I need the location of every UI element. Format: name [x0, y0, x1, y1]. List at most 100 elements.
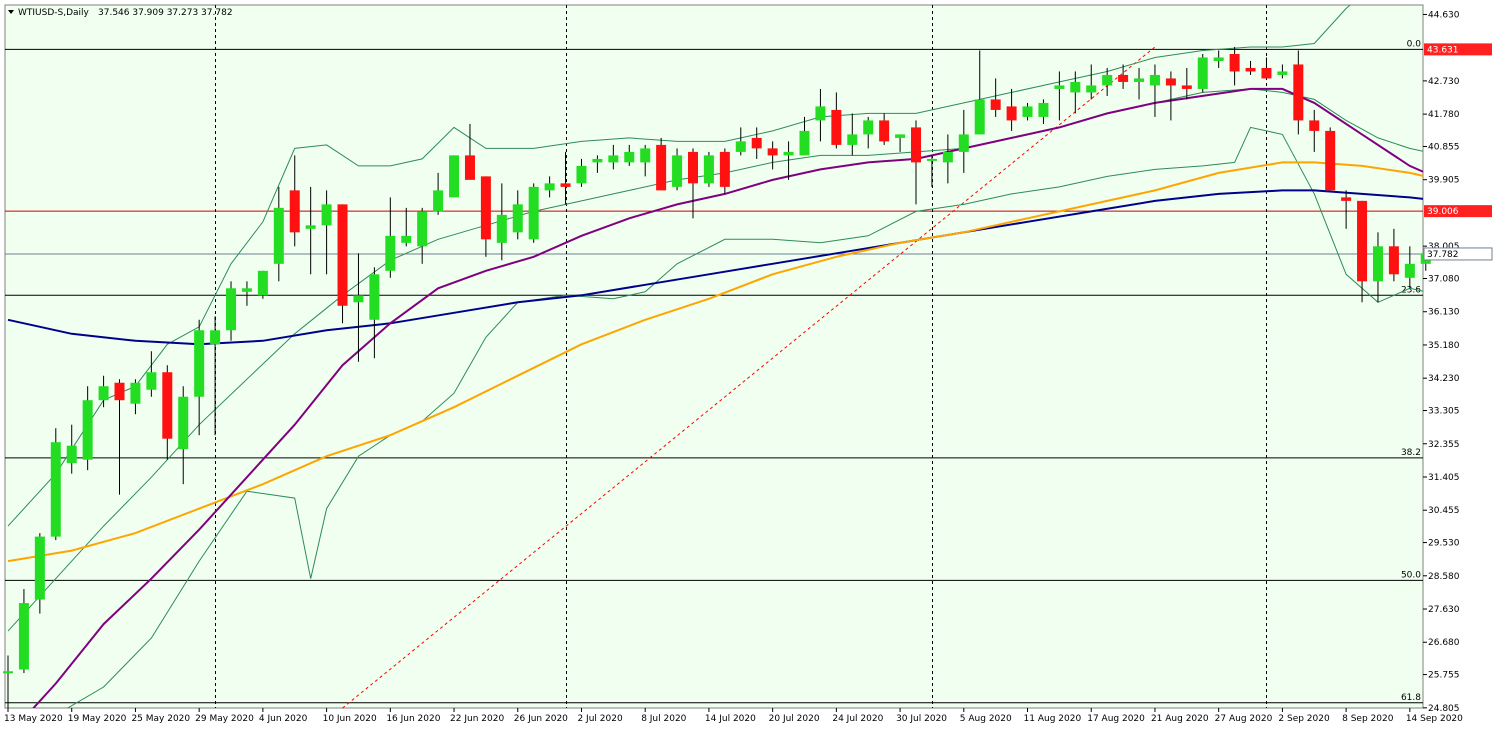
candle-body[interactable]	[1213, 57, 1224, 61]
candle-body[interactable]	[990, 99, 1001, 110]
candle-body[interactable]	[512, 204, 523, 233]
candle-body[interactable]	[974, 99, 985, 135]
candle-body[interactable]	[1054, 85, 1065, 89]
candle-body[interactable]	[1388, 246, 1399, 275]
candle-body[interactable]	[560, 183, 571, 187]
candle-body[interactable]	[210, 330, 221, 345]
candle-body[interactable]	[799, 130, 810, 156]
candle-body[interactable]	[1006, 106, 1017, 121]
candle[interactable]	[656, 137, 667, 191]
candle-body[interactable]	[337, 204, 348, 306]
candle-body[interactable]	[417, 211, 428, 247]
candle-body[interactable]	[353, 295, 364, 303]
candle-body[interactable]	[3, 671, 13, 674]
candle-body[interactable]	[146, 372, 157, 390]
candle-body[interactable]	[1070, 81, 1081, 93]
candle-body[interactable]	[592, 158, 603, 163]
candle-body[interactable]	[687, 151, 698, 184]
candle-body[interactable]	[464, 155, 475, 180]
candle-body[interactable]	[449, 155, 460, 198]
candle-body[interactable]	[194, 330, 205, 397]
candle-body[interactable]	[433, 190, 444, 212]
candle-body[interactable]	[1293, 64, 1304, 121]
candle-body[interactable]	[480, 176, 491, 240]
candle-body[interactable]	[1165, 78, 1176, 86]
candle-body[interactable]	[241, 288, 252, 292]
candle-body[interactable]	[82, 400, 93, 460]
candle-body[interactable]	[1149, 74, 1160, 86]
candle[interactable]	[703, 151, 714, 187]
candle-body[interactable]	[1038, 102, 1049, 117]
candle-body[interactable]	[1197, 57, 1208, 89]
candle-body[interactable]	[735, 141, 746, 152]
candle-body[interactable]	[767, 148, 778, 156]
candle-body[interactable]	[783, 151, 794, 156]
candle-body[interactable]	[1372, 246, 1383, 282]
candle-body[interactable]	[624, 151, 635, 163]
candle-body[interactable]	[305, 225, 316, 229]
candle-body[interactable]	[751, 137, 762, 149]
candle-body[interactable]	[130, 382, 141, 404]
candle-body[interactable]	[66, 445, 77, 464]
candle-body[interactable]	[608, 155, 619, 163]
candle-body[interactable]	[321, 204, 332, 226]
candle-body[interactable]	[1277, 71, 1288, 75]
candle-body[interactable]	[114, 382, 125, 401]
candle-body[interactable]	[672, 155, 683, 187]
candle[interactable]	[528, 183, 539, 243]
candle-body[interactable]	[815, 106, 826, 121]
price-chart[interactable]: 0.023.638.250.061.8 44.63042.73041.78040…	[0, 0, 1493, 730]
candle-body[interactable]	[1022, 106, 1033, 117]
candle-body[interactable]	[640, 148, 651, 163]
candle-body[interactable]	[1404, 263, 1415, 278]
candle-body[interactable]	[385, 235, 396, 271]
candle-body[interactable]	[1181, 85, 1192, 89]
candle-body[interactable]	[1325, 130, 1336, 191]
candle-body[interactable]	[50, 442, 61, 537]
candle-body[interactable]	[1261, 67, 1272, 79]
candle-body[interactable]	[1309, 120, 1320, 131]
candle-body[interactable]	[1086, 85, 1097, 93]
candle-body[interactable]	[544, 183, 555, 191]
candle-body[interactable]	[863, 120, 874, 135]
candle-body[interactable]	[98, 386, 109, 401]
candle-body[interactable]	[1118, 74, 1129, 82]
candle-body[interactable]	[703, 155, 714, 184]
candle-body[interactable]	[1229, 53, 1240, 72]
candle-body[interactable]	[1357, 200, 1368, 282]
candle-body[interactable]	[911, 127, 922, 163]
candle-body[interactable]	[1102, 74, 1113, 86]
candle[interactable]	[449, 155, 460, 198]
candle-body[interactable]	[528, 186, 539, 240]
candle-body[interactable]	[895, 134, 906, 138]
candle[interactable]	[1325, 127, 1336, 191]
candle[interactable]	[1197, 53, 1208, 93]
candle[interactable]	[257, 270, 268, 299]
candle-body[interactable]	[162, 372, 173, 439]
candle-body[interactable]	[847, 134, 858, 145]
candle-body[interactable]	[942, 151, 953, 163]
candle-body[interactable]	[656, 144, 667, 191]
candle-body[interactable]	[369, 274, 380, 320]
candle-body[interactable]	[719, 151, 730, 187]
candle-body[interactable]	[273, 207, 284, 264]
chart-window[interactable]: 0.0 23.6 38.2 50.0 61.8 44.630 42.730 41.780 40…	[0, 0, 1493, 730]
candle-body[interactable]	[496, 214, 507, 243]
candle-body[interactable]	[178, 396, 189, 450]
candle-body[interactable]	[879, 120, 890, 142]
candle-body[interactable]	[257, 270, 268, 296]
candle-body[interactable]	[1245, 67, 1256, 72]
candle[interactable]	[50, 428, 61, 541]
candle-body[interactable]	[289, 190, 300, 233]
candle-body[interactable]	[576, 165, 587, 184]
candle-body[interactable]	[958, 134, 969, 152]
candle-body[interactable]	[226, 288, 237, 331]
candle-body[interactable]	[831, 109, 842, 145]
candle-body[interactable]	[18, 603, 29, 670]
candle-body[interactable]	[34, 536, 45, 600]
candle[interactable]	[337, 204, 348, 324]
candle-body[interactable]	[1134, 78, 1145, 82]
candle-body[interactable]	[1341, 197, 1352, 201]
candle-body[interactable]	[401, 235, 412, 243]
candle-body[interactable]	[926, 158, 937, 161]
